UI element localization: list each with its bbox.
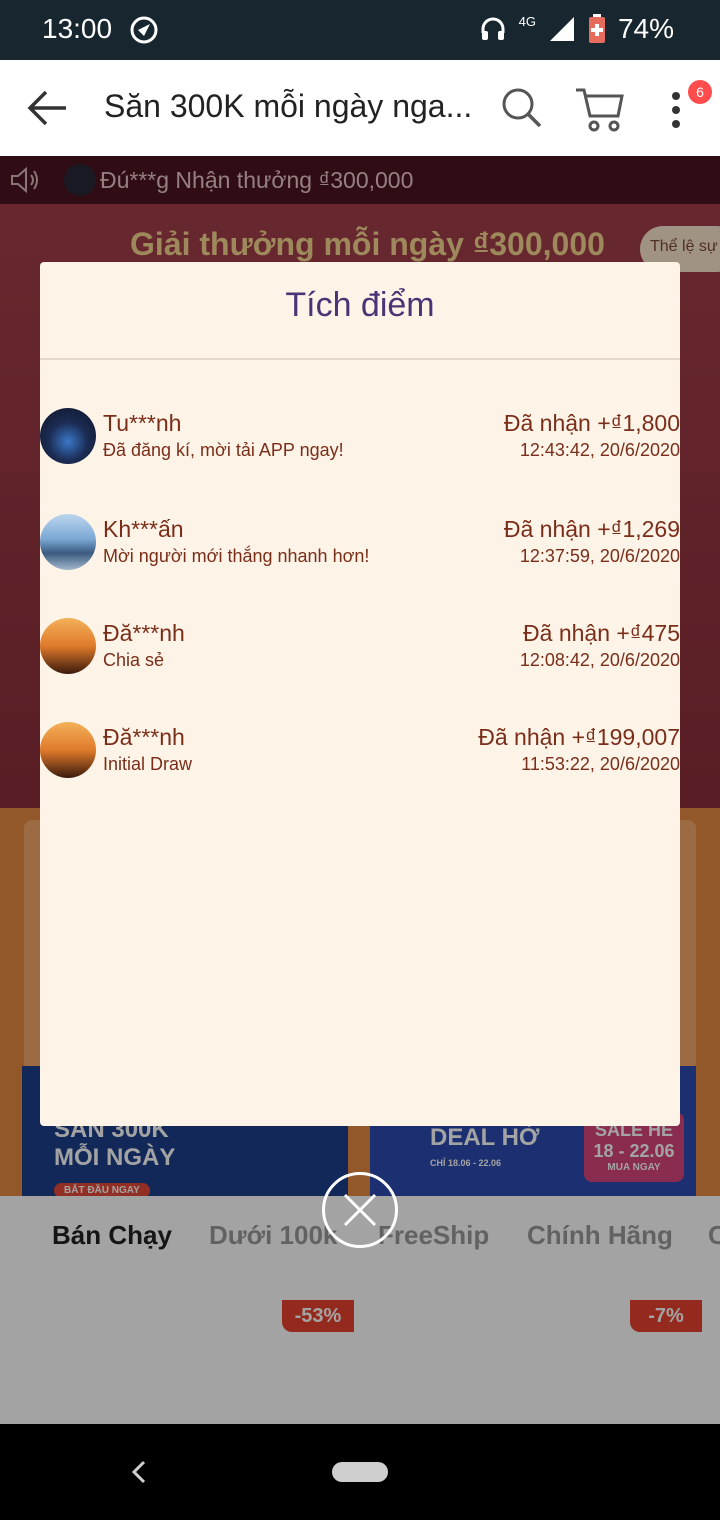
points-entry: Đă***nh Initial Draw Đã nhận +₫199,007 1… — [40, 722, 680, 782]
entry-name: Đă***nh — [103, 724, 185, 750]
avatar — [40, 514, 96, 570]
entry-name: Đă***nh — [103, 620, 185, 646]
points-dialog: Tích điểm Tu***nh Đã đăng kí, mời tải AP… — [40, 262, 680, 1126]
avatar — [40, 722, 96, 778]
entry-time: 11:53:22, 20/6/2020 — [521, 754, 680, 774]
close-icon — [343, 1193, 377, 1227]
entry-amount: Đã nhận +₫1,800 — [503, 410, 680, 436]
points-entry: Đă***nh Chia sẻ Đã nhận +₫475 12:08:42, … — [40, 618, 680, 678]
cart-icon[interactable] — [574, 86, 626, 132]
entry-amount: Đã nhận +₫1,269 — [503, 516, 680, 542]
entry-time: 12:08:42, 20/6/2020 — [519, 650, 680, 670]
points-entry: Kh***ấn Mời người mới thắng nhanh hơn! Đ… — [40, 514, 680, 574]
entry-time: 12:43:42, 20/6/2020 — [519, 440, 680, 460]
location-icon — [130, 16, 158, 44]
entry-amount: Đã nhận +₫199,007 — [478, 724, 680, 750]
entry-time: 12:37:59, 20/6/2020 — [519, 546, 680, 566]
entry-action: Initial Draw — [103, 754, 193, 774]
status-time: 13:00 — [42, 13, 113, 44]
entry-amount: Đã nhận +₫475 — [523, 620, 680, 646]
search-icon[interactable] — [500, 86, 544, 130]
points-entry: Tu***nh Đã đăng kí, mời tải APP ngay! Đã… — [40, 408, 680, 468]
avatar — [40, 618, 96, 674]
entry-name: Kh***ấn — [103, 516, 184, 542]
entry-action: Mời người mới thắng nhanh hơn! — [103, 546, 370, 566]
system-nav-bar — [0, 1424, 720, 1520]
battery-icon — [588, 14, 605, 43]
app-bar: Săn 300K mỗi ngày nga... — [0, 60, 720, 156]
entry-action: Chia sẻ — [103, 650, 165, 670]
cart-badge: 6 — [688, 80, 712, 104]
avatar — [40, 408, 96, 464]
back-arrow-icon[interactable] — [26, 88, 68, 128]
signal-icon — [549, 17, 574, 41]
nav-back-icon[interactable] — [128, 1458, 150, 1486]
entry-action: Đã đăng kí, mời tải APP ngay! — [103, 440, 344, 460]
more-options-icon[interactable] — [668, 90, 684, 130]
dialog-divider — [40, 358, 680, 360]
status-bar: 13:00 4G 74% — [0, 0, 720, 60]
page-title: Săn 300K mỗi ngày nga... — [104, 88, 473, 124]
entry-name: Tu***nh — [103, 410, 182, 436]
battery-level: 74% — [617, 13, 674, 44]
headphones-icon — [481, 17, 505, 40]
nav-home-pill[interactable] — [332, 1462, 388, 1482]
dialog-title: Tích điểm — [285, 286, 435, 324]
network-type: 4G — [518, 13, 536, 29]
close-dialog-button[interactable] — [322, 1172, 398, 1248]
